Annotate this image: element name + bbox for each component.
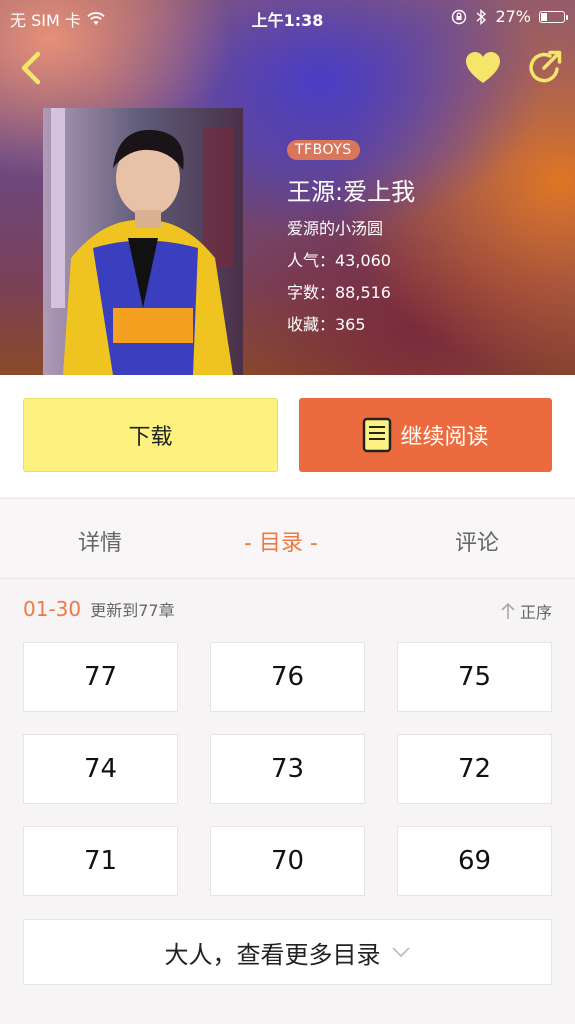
- download-button[interactable]: 下载: [23, 398, 278, 472]
- chapter-item[interactable]: 71: [23, 826, 178, 896]
- chapter-item[interactable]: 76: [210, 642, 365, 712]
- download-label: 下载: [128, 425, 173, 450]
- orientation-lock-icon: [452, 9, 467, 24]
- chapter-list-header: 01-30 更新到77章 正序: [23, 597, 552, 625]
- tab-bar: 详情 - 目录 - 评论: [0, 498, 575, 579]
- book-header: 无 SIM 卡 上午1:38 27% TFBOYS 王源:爱上我 爱源的小汤圆 …: [0, 0, 575, 375]
- book-title: 王源:爱上我: [287, 178, 416, 206]
- chevron-left-icon: [21, 51, 41, 85]
- back-button[interactable]: [14, 48, 50, 88]
- favorites-stat: 收藏：365: [287, 315, 366, 334]
- popularity-stat: 人气：43,060: [287, 251, 391, 270]
- continue-reading-button[interactable]: 继续阅读: [299, 398, 552, 472]
- sort-toggle[interactable]: 正序: [500, 599, 552, 623]
- tab-contents[interactable]: - 目录 -: [244, 525, 318, 557]
- book-info: TFBOYS 王源:爱上我 爱源的小汤圆 人气：43,060 字数：88,516…: [287, 139, 415, 335]
- book-author[interactable]: 爱源的小汤圆: [287, 215, 415, 239]
- battery-percent: 27%: [495, 7, 531, 26]
- sort-label: 正序: [519, 603, 552, 622]
- continue-reading-label: 继续阅读: [400, 425, 489, 450]
- tab-details[interactable]: 详情: [78, 525, 122, 557]
- share-icon: [529, 50, 562, 83]
- chapter-item[interactable]: 70: [210, 826, 365, 896]
- more-chapters-button[interactable]: 大人，查看更多目录: [23, 919, 552, 985]
- chapter-item[interactable]: 69: [397, 826, 552, 896]
- battery-level: [541, 12, 547, 21]
- tab-comments[interactable]: 评论: [455, 525, 499, 557]
- cover-portrait: [43, 108, 243, 375]
- share-button[interactable]: [526, 48, 564, 86]
- action-bar: 下载 继续阅读: [0, 375, 575, 497]
- arrow-up-icon: [501, 602, 515, 619]
- bluetooth-icon: [476, 8, 487, 25]
- word-count-stat: 字数：88,516: [287, 283, 391, 302]
- more-chapters-label: 大人，查看更多目录: [164, 940, 381, 969]
- book-cover-image: [43, 108, 243, 375]
- chapter-item[interactable]: 75: [397, 642, 552, 712]
- chapter-item[interactable]: 77: [23, 642, 178, 712]
- battery-icon: [539, 10, 568, 23]
- chapter-item[interactable]: 72: [397, 734, 552, 804]
- update-status: 更新到77章: [90, 601, 175, 620]
- chapter-range[interactable]: 01-30: [23, 597, 81, 621]
- status-bar: 无 SIM 卡 上午1:38 27%: [0, 0, 575, 34]
- category-tag[interactable]: TFBOYS: [287, 140, 360, 160]
- chapter-item[interactable]: 73: [210, 734, 365, 804]
- chevron-down-icon: [391, 947, 410, 958]
- book-icon: [363, 417, 392, 453]
- favorite-button[interactable]: [464, 50, 502, 86]
- chapter-item[interactable]: 74: [23, 734, 178, 804]
- heart-icon: [466, 52, 500, 83]
